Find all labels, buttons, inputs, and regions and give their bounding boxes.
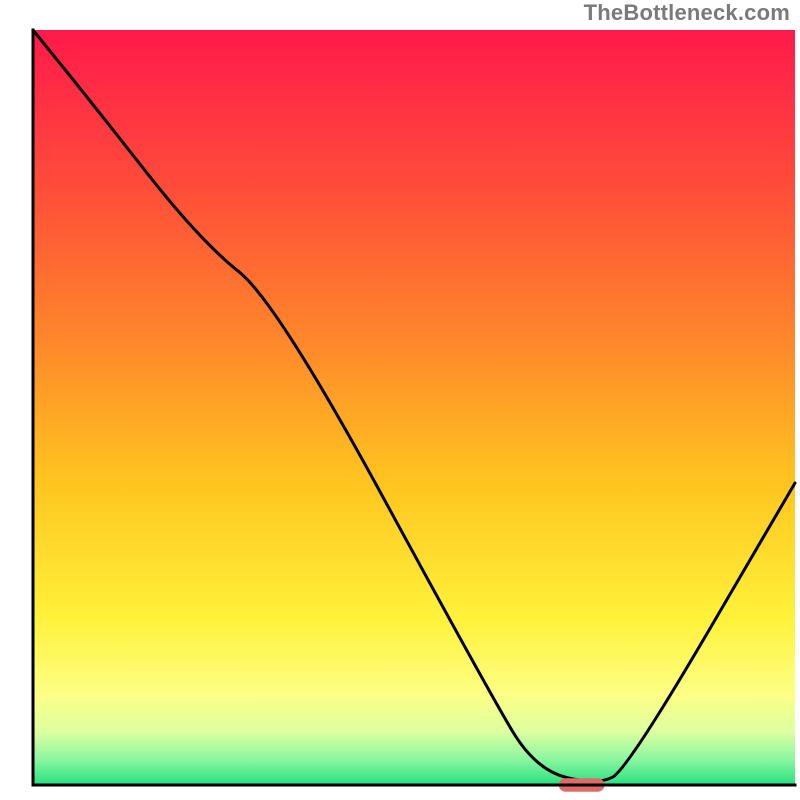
- bottleneck-chart: [0, 0, 800, 800]
- chart-background-gradient: [33, 30, 795, 785]
- watermark-text: TheBottleneck.com: [584, 0, 790, 26]
- chart-container: TheBottleneck.com: [0, 0, 800, 800]
